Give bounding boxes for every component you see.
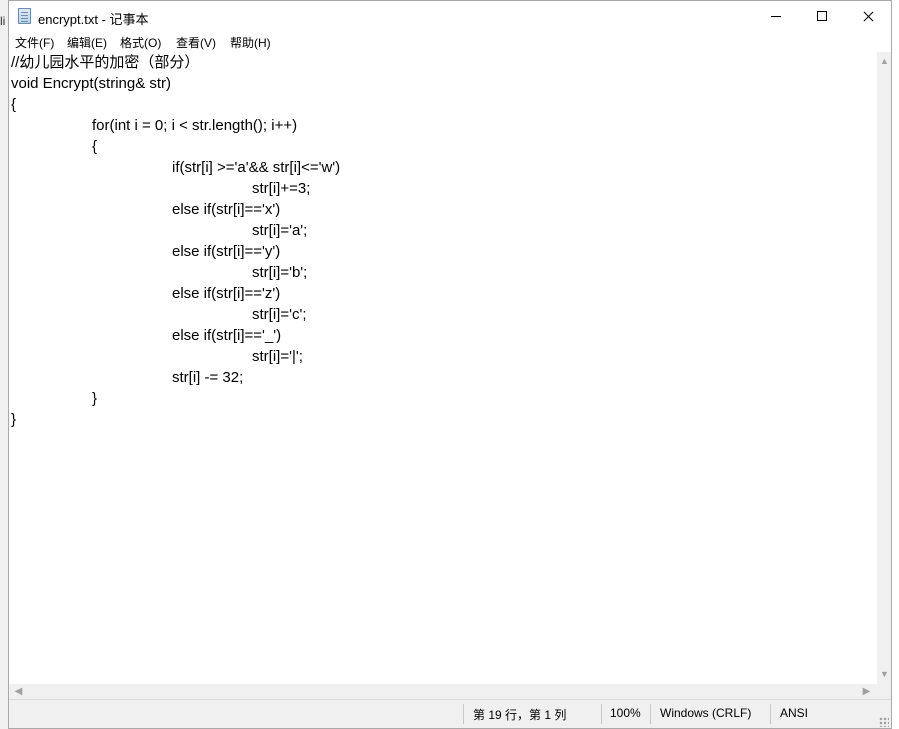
scroll-up-arrow-icon[interactable]: ▲ <box>877 54 891 69</box>
code-line: //幼儿园水平的加密（部分） <box>11 54 200 71</box>
scrollbar-corner <box>877 684 891 699</box>
scroll-right-arrow-icon[interactable]: ▶ <box>859 684 874 699</box>
vertical-scrollbar[interactable]: ▲ ▼ <box>877 52 891 684</box>
code-line: } <box>92 390 98 407</box>
background-text-fragment: li <box>0 14 6 28</box>
code-line: } <box>11 411 17 428</box>
code-line: if(str[i] >='a'&& str[i]<='w') <box>172 159 341 176</box>
minimize-button[interactable] <box>753 1 799 32</box>
cursor-position: 第 19 行，第 1 列 <box>473 708 567 722</box>
menu-view[interactable]: 查看(V) <box>176 34 216 51</box>
code-line: str[i]='b'; <box>252 264 308 281</box>
text-editor[interactable]: //幼儿园水平的加密（部分） void Encrypt(string& str)… <box>10 52 877 684</box>
code-line: for(int i = 0; i < str.length(); i++) <box>92 117 298 134</box>
close-button[interactable] <box>845 1 891 32</box>
notepad-icon <box>18 8 31 24</box>
scroll-down-arrow-icon[interactable]: ▼ <box>877 667 891 682</box>
notepad-window: encrypt.txt - 记事本 文件(F) 编辑(E) 格式(O) 查看(V… <box>8 0 892 729</box>
maximize-button[interactable] <box>799 1 845 32</box>
code-line: str[i]='|'; <box>252 348 303 365</box>
title-bar[interactable]: encrypt.txt - 记事本 <box>9 1 891 32</box>
code-line: else if(str[i]=='z') <box>172 285 281 302</box>
code-line: str[i] -= 32; <box>172 369 244 386</box>
code-line: str[i]+=3; <box>252 180 311 197</box>
code-line: str[i]='a'; <box>252 222 308 239</box>
scroll-left-arrow-icon[interactable]: ◀ <box>11 684 26 699</box>
menu-file[interactable]: 文件(F) <box>15 34 54 51</box>
code-line: else if(str[i]=='x') <box>172 201 281 218</box>
menu-help[interactable]: 帮助(H) <box>230 34 271 51</box>
line-ending: Windows (CRLF) <box>660 706 752 720</box>
status-divider <box>650 704 651 724</box>
code-line: else if(str[i]=='y') <box>172 243 281 260</box>
code-line: { <box>11 96 17 113</box>
menu-format[interactable]: 格式(O) <box>120 34 161 51</box>
status-divider <box>770 704 771 724</box>
resize-grip-icon[interactable] <box>879 717 889 727</box>
status-divider <box>601 704 602 724</box>
status-bar: 第 19 行，第 1 列 100% Windows (CRLF) ANSI <box>9 699 891 728</box>
code-line: { <box>92 138 98 155</box>
menu-edit[interactable]: 编辑(E) <box>67 34 107 51</box>
code-line: else if(str[i]=='_') <box>172 327 282 344</box>
status-divider <box>463 704 464 724</box>
encoding: ANSI <box>780 706 809 720</box>
window-title: encrypt.txt - 记事本 <box>38 12 149 27</box>
zoom-level: 100% <box>610 706 641 720</box>
horizontal-scrollbar[interactable]: ◀ ▶ <box>9 684 877 699</box>
code-line: void Encrypt(string& str) <box>11 75 172 92</box>
code-line: str[i]='c'; <box>252 306 307 323</box>
menu-bar: 文件(F) 编辑(E) 格式(O) 查看(V) 帮助(H) <box>9 32 891 52</box>
